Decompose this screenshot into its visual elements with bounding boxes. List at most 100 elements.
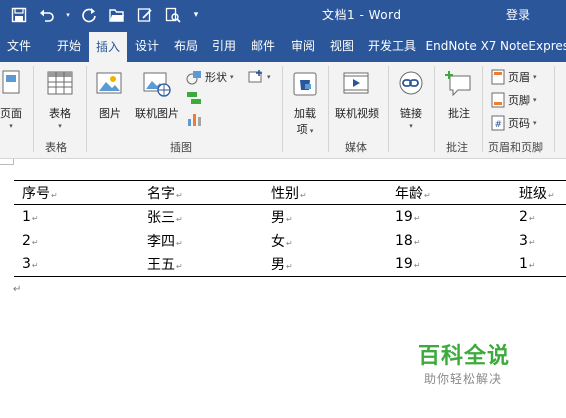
table-cell[interactable]: 1↵: [511, 252, 566, 277]
page-number-button[interactable]: # 页码 ▾: [491, 114, 537, 132]
undo-dropdown-icon[interactable]: ▾: [64, 4, 72, 26]
footer-icon: [491, 92, 505, 108]
edit-icon[interactable]: [134, 4, 156, 26]
document-title: 文档1 - Word: [322, 8, 402, 22]
table-header-row: 序号↵ 名字↵ 性别↵ 年龄↵ 班级↵: [14, 180, 566, 205]
smartart-icon: [187, 92, 201, 104]
chart-icon: [188, 114, 201, 126]
undo-icon[interactable]: [36, 4, 58, 26]
tab-insert[interactable]: 插入: [89, 32, 127, 62]
tab-review[interactable]: 审阅: [284, 30, 322, 62]
divider: [554, 66, 555, 152]
table-icon: [47, 71, 73, 95]
pages-button[interactable]: 页面 ▾: [0, 70, 28, 130]
table-cell[interactable]: 张三↵: [139, 205, 263, 229]
divider: [328, 66, 329, 152]
redo-icon[interactable]: [78, 4, 100, 26]
tab-references[interactable]: 引用: [206, 30, 242, 62]
chevron-down-icon: ▾: [9, 122, 13, 130]
table-row: 2↵ 李四↵ 女↵ 18↵ 3↵: [14, 229, 566, 253]
table-button[interactable]: 表格 ▾: [40, 70, 80, 130]
ribbon-tabs: 文件 开始 插入 设计 布局 引用 邮件 审阅 视图 开发工具 EndNote …: [0, 30, 566, 62]
divider: [86, 66, 87, 152]
page-number-icon: #: [491, 115, 505, 131]
chevron-down-icon: ▾: [533, 96, 537, 104]
chevron-down-icon: ▾: [307, 127, 314, 135]
table-cell[interactable]: 18↵: [387, 229, 511, 253]
screenshot-icon: [248, 70, 262, 83]
comment-icon: [445, 71, 471, 97]
footer-button[interactable]: 页脚 ▾: [491, 91, 537, 109]
table-cell[interactable]: 李四↵: [139, 229, 263, 253]
group-label-tables: 表格: [45, 141, 67, 154]
header-icon: [491, 69, 505, 85]
smartart-button[interactable]: [186, 89, 202, 107]
divider: [482, 66, 483, 152]
print-preview-icon[interactable]: [162, 4, 184, 26]
table-cell[interactable]: 女↵: [263, 229, 387, 253]
table-cell[interactable]: 2↵: [14, 229, 139, 253]
data-table[interactable]: 序号↵ 名字↵ 性别↵ 年龄↵ 班级↵ 1↵ 张三↵ 男↵ 19↵ 2↵ 2↵ …: [14, 180, 566, 277]
table-header-cell[interactable]: 班级↵: [511, 180, 566, 205]
divider: [388, 66, 389, 152]
quick-access-toolbar: ▾ ▾: [8, 4, 202, 26]
group-label-header-footer: 页眉和页脚: [488, 141, 543, 154]
table-cell[interactable]: 3↵: [511, 229, 566, 253]
table-header-cell[interactable]: 性别↵: [263, 180, 387, 205]
screenshot-button[interactable]: ▾: [248, 68, 271, 86]
chevron-down-icon: ▾: [230, 73, 234, 81]
save-icon[interactable]: [8, 4, 30, 26]
addins-button[interactable]: 加载 项 ▾: [286, 70, 324, 137]
links-button[interactable]: 链接 ▾: [392, 70, 430, 130]
tab-home[interactable]: 开始: [48, 30, 90, 62]
table-header-cell[interactable]: 年龄↵: [387, 180, 511, 205]
tab-layout[interactable]: 布局: [168, 30, 204, 62]
table-header-cell[interactable]: 序号↵: [14, 180, 139, 205]
picture-button[interactable]: 图片: [92, 70, 128, 121]
ribbon: 页面 ▾ 表格 ▾ 表格 图片 联机图片 形状 ▾ ▾ 插图 加载 项 ▾ 联机…: [0, 62, 566, 159]
table-row: 1↵ 张三↵ 男↵ 19↵ 2↵: [14, 205, 566, 229]
table-header-cell[interactable]: 名字↵: [139, 180, 263, 205]
store-icon: [293, 72, 317, 96]
open-icon[interactable]: [106, 4, 128, 26]
chevron-down-icon: ▾: [409, 122, 413, 130]
table-cell[interactable]: 男↵: [263, 205, 387, 229]
link-icon: [399, 71, 423, 95]
tab-design[interactable]: 设计: [129, 30, 165, 62]
paragraph-mark: ↵: [13, 284, 22, 295]
online-video-button[interactable]: 联机视频: [332, 70, 382, 121]
table-cell[interactable]: 男↵: [263, 252, 387, 277]
divider: [434, 66, 435, 152]
page-icon: [2, 70, 20, 94]
online-picture-button[interactable]: 联机图片: [131, 70, 183, 121]
chevron-down-icon: ▾: [267, 73, 271, 81]
shapes-icon: [186, 71, 201, 85]
chevron-down-icon: ▾: [533, 73, 537, 81]
table-cell[interactable]: 王五↵: [139, 252, 263, 277]
customize-icon[interactable]: ▾: [190, 4, 202, 26]
tab-noteexpress[interactable]: NoteExpress: [500, 30, 566, 62]
table-cell[interactable]: 3↵: [14, 252, 139, 277]
tab-mailings[interactable]: 邮件: [245, 30, 281, 62]
table-cell[interactable]: 1↵: [14, 205, 139, 229]
svg-text:#: #: [495, 120, 503, 130]
tab-endnote[interactable]: EndNote X7: [425, 30, 497, 62]
chevron-down-icon: ▾: [533, 119, 537, 127]
chart-button[interactable]: [186, 110, 202, 128]
tab-file[interactable]: 文件: [0, 30, 38, 62]
group-label-comments: 批注: [446, 141, 468, 154]
table-cell[interactable]: 2↵: [511, 205, 566, 229]
login-link[interactable]: 登录: [506, 6, 530, 23]
title-bar: ▾ ▾ 文档1 - Word 登录: [0, 0, 566, 30]
watermark-subtitle: 助你轻松解决: [424, 372, 503, 386]
table-row: 3↵ 王五↵ 男↵ 19↵ 1↵: [14, 252, 566, 277]
header-button[interactable]: 页眉 ▾: [491, 68, 537, 86]
table-cell[interactable]: 19↵: [387, 252, 511, 277]
table-cell[interactable]: 19↵: [387, 205, 511, 229]
tab-developer[interactable]: 开发工具: [362, 30, 422, 62]
tab-view[interactable]: 视图: [324, 30, 360, 62]
page-corner-mark: [0, 159, 14, 165]
shapes-button[interactable]: 形状 ▾: [186, 68, 234, 86]
comment-button[interactable]: 批注: [440, 70, 478, 121]
watermark-title: 百科全说: [418, 344, 511, 369]
